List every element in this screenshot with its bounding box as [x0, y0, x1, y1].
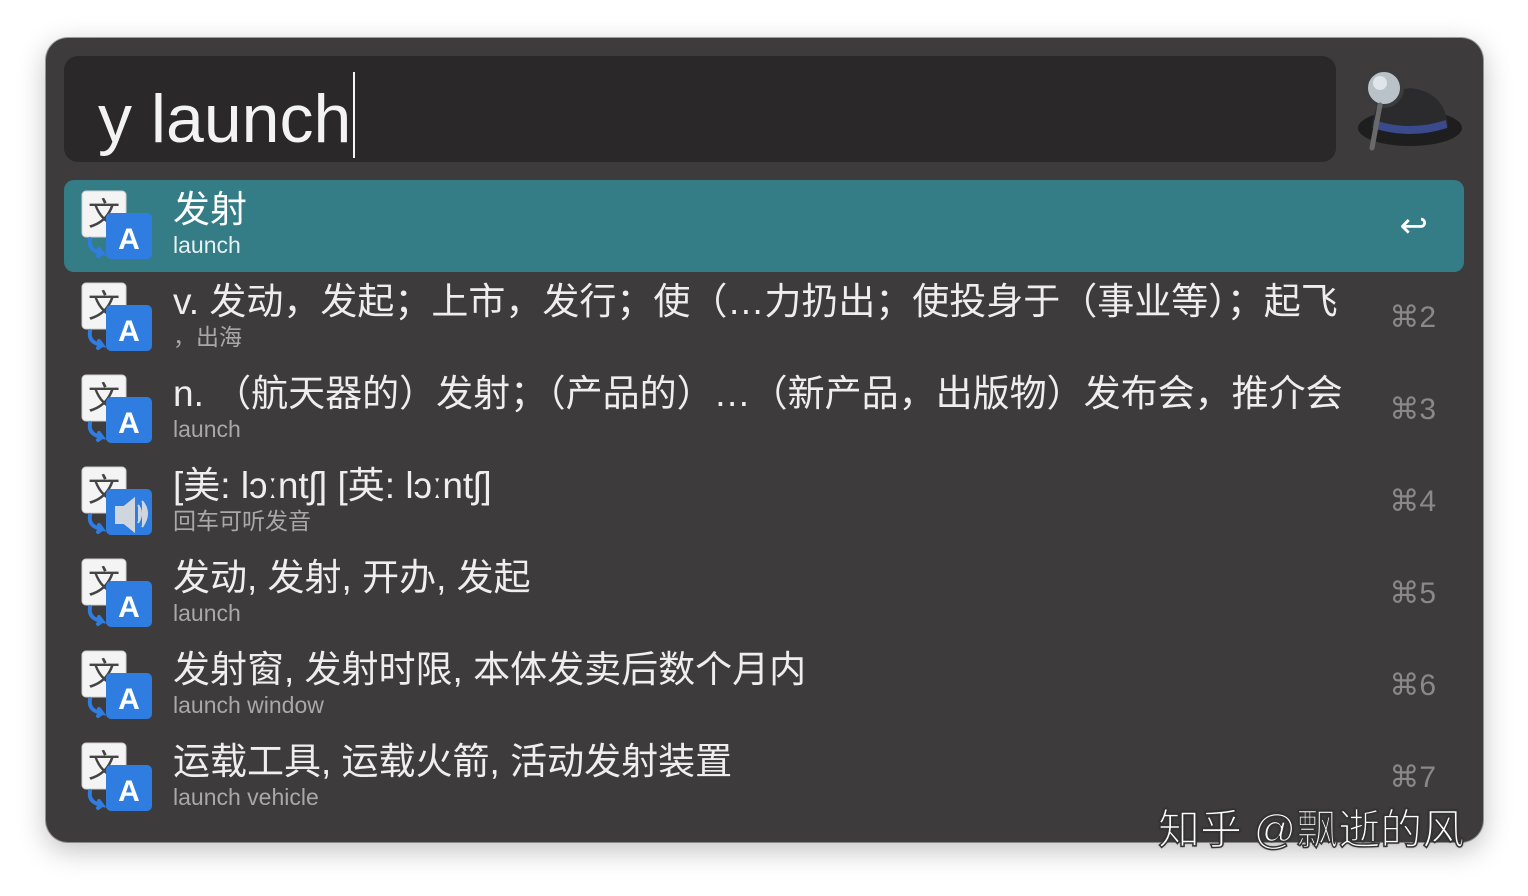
launcher-window: y launch 文 A 发射 launch ↩ 文 A v. 发动，发起；上市…: [46, 38, 1483, 842]
svg-text:A: A: [118, 683, 140, 716]
translate-icon: 文 A: [81, 190, 152, 259]
return-key-icon: ↩: [1399, 207, 1429, 245]
translate-icon: 文 A: [81, 374, 152, 443]
result-title: 发射窗, 发射时限, 本体发卖后数个月内: [173, 649, 807, 690]
result-subtitle: launch window: [173, 692, 324, 718]
translate-icon: 文 A: [81, 558, 152, 627]
search-query[interactable]: y launch: [98, 72, 356, 158]
shortcut-label: ⌘3: [1389, 393, 1436, 426]
shortcut-label: ⌘7: [1389, 761, 1436, 794]
result-title: 发动, 发射, 开办, 发起: [173, 557, 531, 598]
watermark: 知乎 @飘逝的风: [1157, 805, 1465, 854]
result-title: 运载工具, 运载火箭, 活动发射装置: [173, 741, 733, 782]
svg-text:A: A: [118, 223, 140, 256]
svg-text:A: A: [118, 775, 140, 808]
alfred-hat-logo-icon[interactable]: [1352, 62, 1464, 154]
text-caret: [353, 72, 356, 158]
results-list: 文 A 发射 launch ↩ 文 A v. 发动，发起；上市，发行；使（…力扔…: [64, 180, 1464, 824]
shortcut-label: ⌘6: [1389, 669, 1436, 702]
result-row-6[interactable]: 文 A 发射窗, 发射时限, 本体发卖后数个月内 launch window ⌘…: [64, 640, 1464, 732]
search-input[interactable]: y launch: [64, 56, 1336, 162]
result-row-2[interactable]: 文 A v. 发动，发起；上市，发行；使（…力扔出；使投身于（事业等）；起飞 ，…: [64, 272, 1464, 364]
result-row-5[interactable]: 文 A 发动, 发射, 开办, 发起 launch ⌘5: [64, 548, 1464, 640]
result-subtitle: launch: [173, 600, 241, 626]
result-row-4[interactable]: 文 A [美: lɔːntʃ] [英: lɔːntʃ] 回车可听发音 ⌘4: [64, 456, 1464, 548]
translate-icon: 文 A: [81, 282, 152, 351]
result-subtitle: 回车可听发音: [173, 508, 311, 534]
translate-icon: 文 A: [81, 650, 152, 719]
translate-icon: 文 A: [81, 742, 152, 811]
translate-speaker-icon: 文 A: [81, 466, 152, 535]
result-subtitle: ，出海: [173, 324, 242, 350]
svg-text:A: A: [118, 315, 140, 348]
result-row-1[interactable]: 文 A 发射 launch ↩: [64, 180, 1464, 272]
shortcut-label: ⌘2: [1389, 301, 1436, 334]
result-subtitle: launch: [173, 416, 241, 442]
svg-text:A: A: [118, 407, 140, 440]
svg-text:A: A: [118, 591, 140, 624]
shortcut-label: ⌘4: [1389, 485, 1436, 518]
result-subtitle: launch: [173, 232, 241, 258]
shortcut-label: ⌘5: [1389, 577, 1436, 610]
result-row-3[interactable]: 文 A n. （航天器的）发射；（产品的）…（新产品，出版物）发布会，推介会 l…: [64, 364, 1464, 456]
result-title: [美: lɔːntʃ] [英: lɔːntʃ]: [173, 465, 492, 506]
result-title: v. 发动，发起；上市，发行；使（…力扔出；使投身于（事业等）；起飞: [173, 281, 1338, 322]
result-title: 发射: [173, 189, 247, 230]
result-subtitle: launch vehicle: [173, 784, 319, 810]
result-title: n. （航天器的）发射；（产品的）…（新产品，出版物）发布会，推介会: [173, 373, 1343, 414]
